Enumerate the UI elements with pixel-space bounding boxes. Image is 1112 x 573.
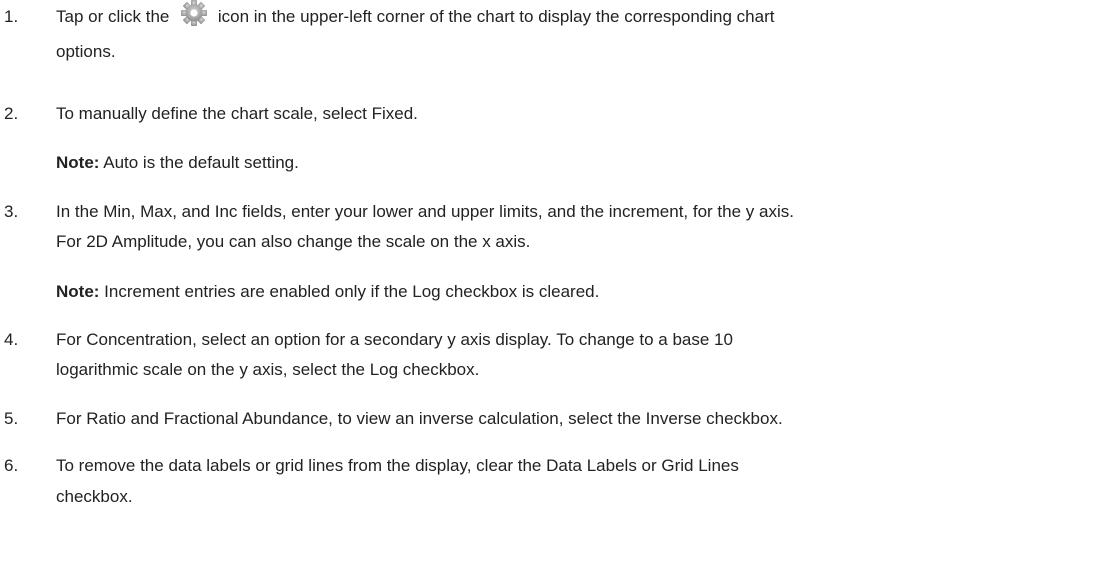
step-note: Note: Auto is the default setting. bbox=[56, 148, 299, 178]
note-text: Increment entries are enabled only if th… bbox=[99, 282, 600, 301]
step-number: 6. bbox=[4, 456, 19, 475]
note-text: Auto is the default setting. bbox=[99, 153, 299, 172]
note-label: Note: bbox=[56, 282, 100, 301]
step-number: 5. bbox=[4, 409, 19, 428]
note-label: Note: bbox=[56, 153, 100, 172]
step-number: 2. bbox=[4, 104, 19, 123]
step-text-line-2: logarithmic scale on the y axis, select … bbox=[56, 360, 480, 379]
step-note: Note: Increment entries are enabled only… bbox=[56, 277, 599, 307]
step-text-line-2: checkbox. bbox=[56, 487, 133, 506]
step-number: 1. bbox=[4, 7, 19, 26]
step-number: 3. bbox=[4, 202, 19, 221]
step-text-line-1: In the Min, Max, and Inc fields, enter y… bbox=[56, 202, 794, 221]
gear-icon bbox=[177, 0, 211, 32]
step-text-line-2: For 2D Amplitude, you can also change th… bbox=[56, 232, 531, 251]
step-text-line-1: For Ratio and Fractional Abundance, to v… bbox=[56, 409, 783, 428]
step-text-line-1: To remove the data labels or grid lines … bbox=[56, 456, 739, 475]
step-text-after-icon: icon in the upper-left corner of the cha… bbox=[217, 7, 775, 26]
step-text-before-icon: Tap or click the bbox=[56, 7, 170, 26]
step-text-line-2: options. bbox=[56, 42, 116, 61]
step-text-line-1: To manually define the chart scale, sele… bbox=[56, 104, 418, 123]
step-text-line-1: For Concentration, select an option for … bbox=[56, 330, 733, 349]
step-text-line-1: Tap or click the icon in the upper-left … bbox=[56, 0, 775, 32]
step-number: 4. bbox=[4, 330, 19, 349]
